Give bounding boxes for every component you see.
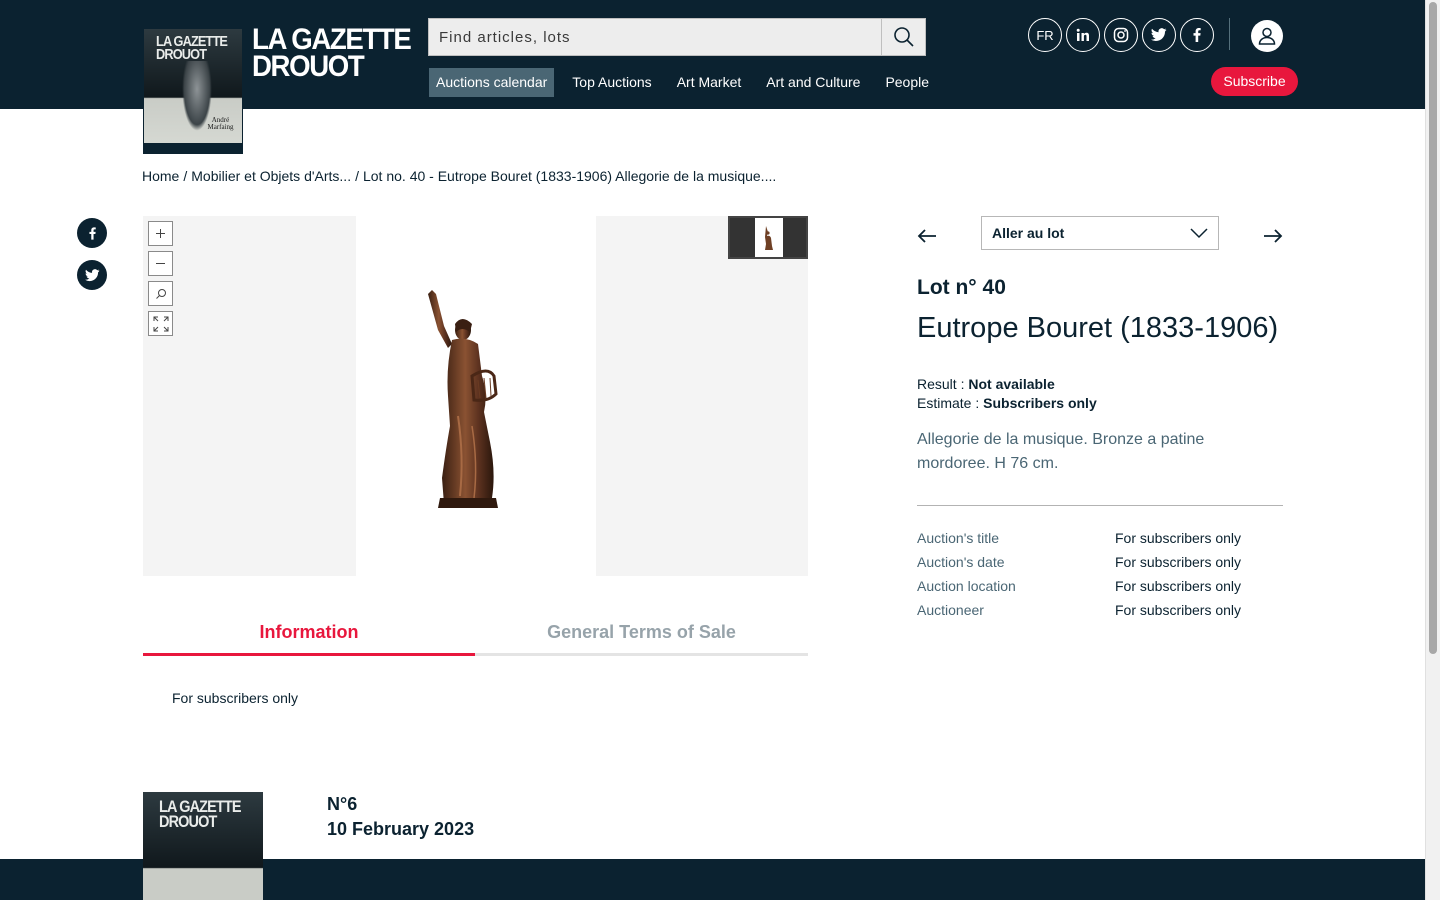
auctioneer-label: Auctioneer [917,602,984,618]
twitter-icon[interactable] [1142,18,1176,52]
search-input[interactable] [429,19,881,55]
language-switch[interactable]: FR [1028,18,1062,52]
user-icon [1258,27,1276,45]
site-logo[interactable]: LA GAZETTE DROUOT [252,23,412,83]
breadcrumb-separator: / [183,168,188,184]
issue-date: 10 February 2023 [327,819,475,839]
minus-icon [156,263,165,264]
lot-description: Allegorie de la musique. Bronze a patine… [917,431,1205,472]
auction-title-label: Auction's title [917,530,1000,546]
nav-people[interactable]: People [878,68,936,97]
image-viewer[interactable] [143,216,808,576]
share-twitter-button[interactable] [77,260,107,290]
arrow-left-icon [917,229,936,243]
magnifier-icon [155,288,166,299]
go-to-lot-label: Aller au lot [992,225,1065,241]
header-divider [1229,18,1230,50]
result-value: Not available [968,376,1055,392]
fullscreen-button[interactable] [148,311,173,336]
search-button[interactable] [881,18,926,56]
account-button[interactable] [1251,20,1283,52]
auction-location-value: For subscribers only [1115,578,1242,594]
auction-location-label: Auction location [917,578,1016,594]
estimate-label: Estimate : [917,395,980,411]
auction-date-value: For subscribers only [1115,554,1242,570]
breadcrumb: Home / Mobilier et Objets d'Arts... / Lot no… [142,168,780,184]
subscribe-button[interactable]: Subscribe [1211,67,1298,96]
logo-line-2: DROUOT [252,50,365,83]
twitter-icon [84,268,99,281]
thumbnail-statue [765,225,773,250]
breadcrumb-home[interactable]: Home [142,168,179,184]
tab-general-terms[interactable]: General Terms of Sale [475,620,808,656]
auction-title-value: For subscribers only [1115,530,1242,546]
section-divider [917,505,1283,506]
facebook-icon [88,226,96,240]
search-box [428,18,882,56]
tab-content: For subscribers only [172,690,299,706]
logo-line-1: LA GAZETTE [252,23,412,56]
lot-result: Result : Not available [917,376,1055,392]
page: LA GAZETTE DROUOT Auctions calendar Top … [0,0,1440,900]
arrow-right-icon [1264,229,1283,243]
auctioneer-value: For subscribers only [1115,602,1242,618]
lot-estimate: Estimate : Subscribers only [917,395,1097,411]
plus-icon [156,229,165,238]
cover-title: LA GAZETTE DROUOT [156,33,228,63]
breadcrumb-separator: / [355,168,359,184]
bronze-statue-image [428,290,498,508]
nav-art-and-culture[interactable]: Art and Culture [759,68,867,97]
issue-cover-title: LA GAZETTE DROUOT [159,797,242,831]
estimate-value: Subscribers only [983,395,1097,411]
instagram-icon[interactable] [1104,18,1138,52]
search-icon [893,27,914,47]
main-nav: Auctions calendar Top Auctions Art Marke… [429,68,947,97]
nav-top-auctions[interactable]: Top Auctions [565,68,658,97]
reset-zoom-button[interactable] [148,281,173,306]
breadcrumb-current-lot: Lot no. 40 - Eutrope Bouret (1833-1906) … [362,168,777,184]
lot-number: Lot n° 40 [917,276,1006,299]
cover-text: André Marfaing [207,116,234,131]
thumbnail-strip [728,216,808,259]
auction-date-label: Auction's date [917,554,1005,570]
issue-cover[interactable]: LA GAZETTE DROUOT [143,792,263,900]
linkedin-icon[interactable] [1066,18,1100,52]
nav-auctions-calendar[interactable]: Auctions calendar [429,68,555,97]
zoom-out-button[interactable] [148,251,173,276]
lot-image[interactable] [356,216,596,576]
next-lot-button[interactable] [1261,224,1285,248]
fullscreen-icon [153,316,168,331]
facebook-icon[interactable] [1180,18,1214,52]
chevron-down-icon [1190,228,1208,239]
go-to-lot-select[interactable]: Aller au lot [981,216,1219,250]
thumbnail-1[interactable] [755,218,783,257]
tab-information[interactable]: Information [143,620,475,656]
breadcrumb-sale[interactable]: Mobilier et Objets d'Arts... [191,168,351,184]
share-facebook-button[interactable] [77,218,107,248]
issue-number: N°6 [327,794,358,814]
cover-strip [144,143,242,153]
magazine-cover-logo[interactable]: LA GAZETTE DROUOT André Marfaing [143,28,243,154]
nav-art-market[interactable]: Art Market [670,68,749,97]
page-scrollbar[interactable] [1425,0,1440,900]
lot-artist: Eutrope Bouret (1833-1906) [917,312,1279,344]
result-label: Result : [917,376,965,392]
previous-lot-button[interactable] [915,224,939,248]
zoom-in-button[interactable] [148,221,173,246]
scrollbar-thumb[interactable] [1429,2,1437,654]
